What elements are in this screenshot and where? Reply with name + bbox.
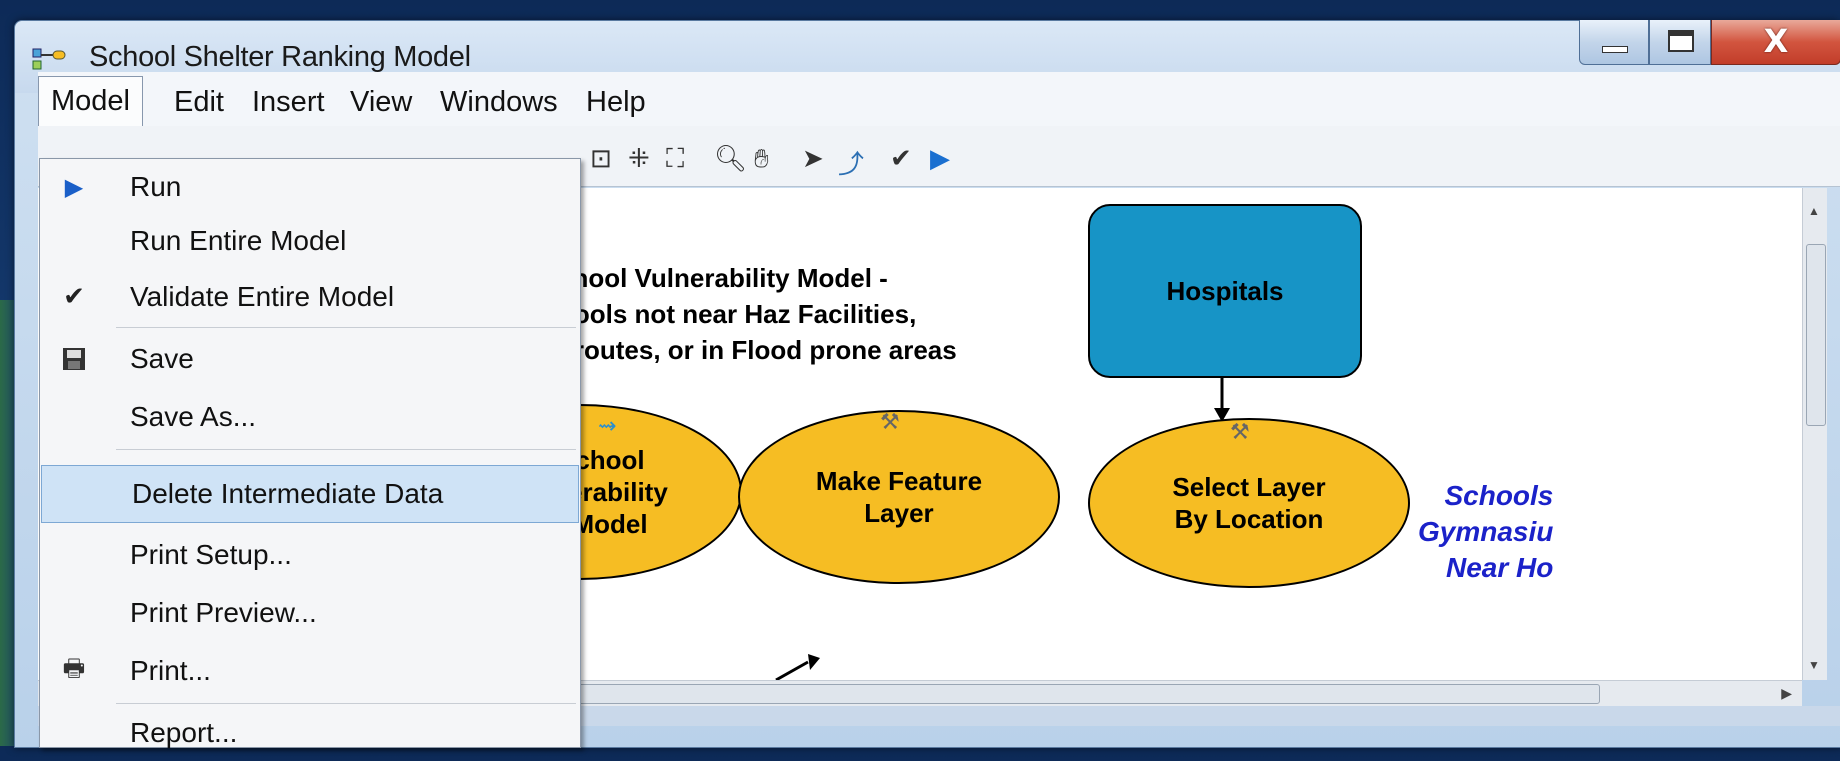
vertical-scrollbar[interactable]: ▲ ▼ (1802, 188, 1827, 680)
maximize-icon (1668, 30, 1694, 52)
menu-item-delete-intermediate-data[interactable]: Delete Intermediate Data (41, 465, 579, 523)
menu-separator (116, 703, 576, 704)
menu-item-validate-entire-model[interactable]: ✔ Validate Entire Model (40, 269, 580, 325)
menu-windows[interactable]: Windows (428, 80, 570, 125)
scroll-down-icon[interactable]: ▼ (1808, 658, 1820, 672)
validate-icon[interactable]: ✔ (890, 144, 912, 174)
connect-icon[interactable]: ⤴ (838, 144, 864, 181)
menu-insert[interactable]: Insert (240, 80, 337, 125)
submodel-icon: ⇝ (598, 414, 617, 439)
run-icon: ▶ (64, 173, 84, 201)
menu-item-run[interactable]: ▶ Run (40, 159, 580, 215)
menu-item-print-preview[interactable]: Print Preview... (40, 585, 580, 641)
fixed-zoom-in-icon[interactable]: ⁜ (628, 144, 650, 174)
close-icon: X (1763, 22, 1789, 60)
menu-item-save-as[interactable]: Save As... (40, 389, 580, 445)
menu-help[interactable]: Help (574, 80, 658, 125)
menu-separator (116, 327, 576, 328)
pan-icon[interactable]: ✋︎ (754, 144, 769, 175)
scroll-right-icon[interactable]: ▶ (1781, 685, 1792, 702)
menu-model[interactable]: Model (38, 76, 143, 130)
save-icon (54, 341, 94, 377)
menu-edit[interactable]: Edit (162, 80, 236, 125)
maximize-button[interactable] (1649, 20, 1711, 65)
select-layer-label: Select Layer By Location (1172, 472, 1326, 534)
check-icon: ✔ (63, 282, 85, 312)
window-title: School Shelter Ranking Model (89, 41, 471, 73)
menu-item-run-entire-model[interactable]: Run Entire Model (40, 213, 580, 269)
minimize-icon (1602, 46, 1628, 53)
menu-item-print[interactable]: 🖶 Print... (40, 643, 580, 699)
minimize-button[interactable] (1579, 20, 1649, 65)
full-extent-icon[interactable]: ⊡ (590, 144, 612, 174)
vertical-scroll-thumb[interactable] (1806, 244, 1826, 426)
zoom-icon[interactable]: 🔍︎ (714, 144, 747, 174)
select-icon[interactable]: ➤ (802, 144, 824, 174)
window-controls: X (1579, 20, 1840, 66)
printer-icon: 🖶 (62, 653, 86, 682)
model-dropdown-menu: ▶ Run Run Entire Model ✔ Validate Entire… (39, 158, 581, 748)
schools-output-label: Schools Gymnasiu Near Ho (1418, 480, 1554, 583)
tool-hammer-icon: ⚒ (880, 410, 900, 435)
run-icon[interactable]: ▶ (930, 144, 950, 174)
horizontal-scroll-thumb[interactable] (508, 684, 1600, 704)
menu-item-report[interactable]: Report... (40, 705, 580, 761)
close-button[interactable]: X (1711, 20, 1840, 65)
tool-hammer-icon: ⚒ (1230, 420, 1250, 445)
menu-view[interactable]: View (338, 80, 424, 125)
make-feature-layer-label: Make Feature Layer (815, 466, 983, 528)
model-icon (32, 48, 66, 70)
menu-item-save[interactable]: Save (40, 331, 580, 387)
menu-item-print-setup[interactable]: Print Setup... (40, 527, 580, 583)
menu-bar: Model Edit Insert View Windows Help (38, 72, 1840, 130)
make-feature-layer-node[interactable]: Make Feature Layer (738, 410, 1060, 584)
scroll-up-icon[interactable]: ▲ (1808, 204, 1820, 218)
menu-separator (116, 449, 576, 450)
fixed-zoom-out-icon[interactable]: ⛶ (666, 144, 684, 175)
